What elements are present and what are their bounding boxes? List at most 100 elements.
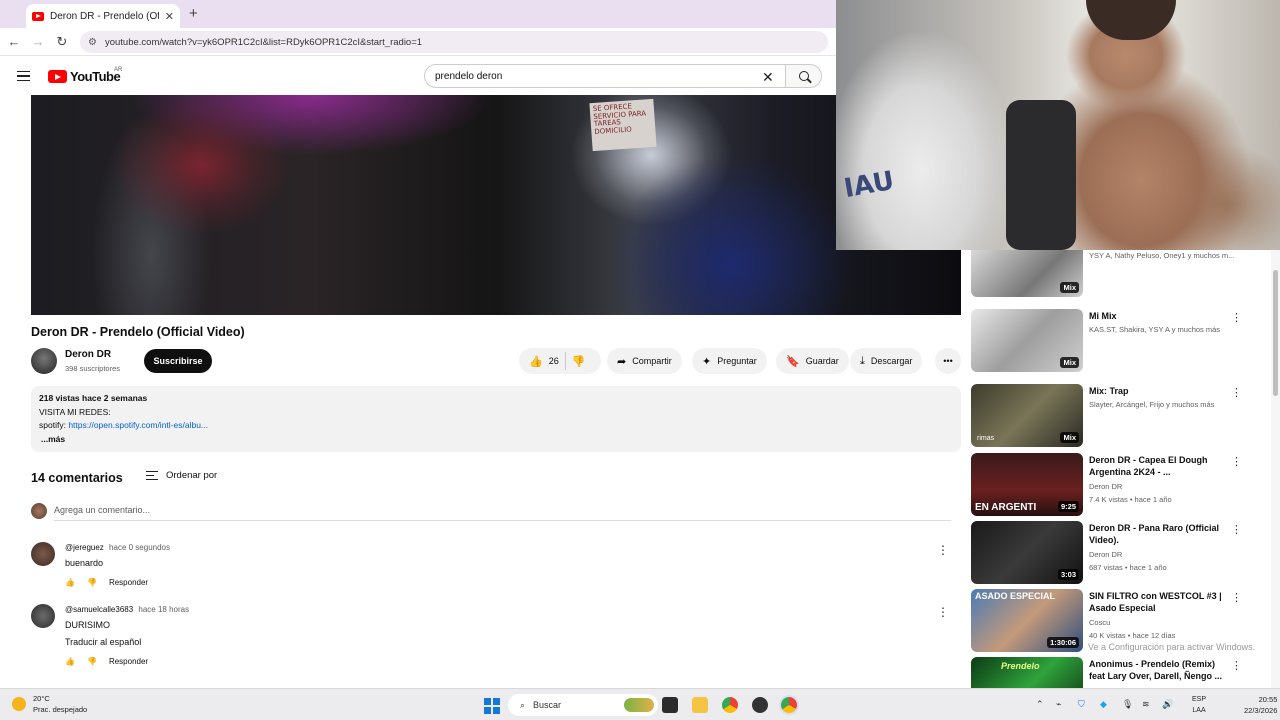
sidebar-more-icon[interactable]: ⋮: [1231, 386, 1242, 399]
search-input[interactable]: prendelo deron: [424, 64, 786, 88]
tray-chevron-icon[interactable]: ⌃: [1036, 699, 1044, 710]
sort-comments-button[interactable]: Ordenar por: [146, 470, 217, 481]
sidebar-thumbnail[interactable]: rimas Mix: [971, 384, 1083, 447]
comment-handle[interactable]: @jereguez: [65, 543, 104, 552]
comment-more-icon[interactable]: ⋮: [937, 605, 949, 619]
like-divider: [564, 352, 566, 370]
comment-time: hace 18 horas: [138, 605, 190, 614]
app-icon[interactable]: [752, 697, 768, 713]
browser-tab[interactable]: Deron DR - Prendelo (Official V ✕: [26, 4, 180, 28]
activate-windows-watermark: Ve a Configuración para activar Windows.: [1088, 642, 1256, 652]
sidebar-badge: Mix: [1060, 282, 1079, 293]
windows-start-icon[interactable]: [484, 698, 500, 714]
task-view-icon[interactable]: [662, 697, 678, 713]
comment-time: hace 0 segundos: [109, 543, 170, 552]
youtube-header: YouTube AR prendelo deron ✕: [0, 57, 836, 95]
file-explorer-icon[interactable]: [692, 697, 708, 713]
sidebar-item[interactable]: rimas Mix Mix: Trap Slayter, Arcángel, F…: [971, 384, 1251, 448]
reload-icon[interactable]: ↻: [54, 34, 70, 50]
show-more-link[interactable]: ...más: [39, 433, 953, 447]
subscribe-button[interactable]: Suscribirse: [144, 349, 212, 373]
sidebar-thumbnail[interactable]: 3:03: [971, 521, 1083, 584]
sidebar-more-icon[interactable]: ⋮: [1231, 455, 1242, 468]
commenter-avatar[interactable]: [31, 542, 55, 566]
scrollbar-thumb[interactable]: [1273, 270, 1278, 396]
url-field[interactable]: ⚙ youtube.com/watch?v=yk6OPR1C2cI&list=R…: [80, 31, 828, 53]
forward-icon[interactable]: →: [30, 34, 46, 49]
sidebar-thumbnail[interactable]: Mix: [971, 250, 1083, 297]
language-indicator[interactable]: ESP LAA: [1192, 694, 1206, 716]
dislike-icon[interactable]: 👎: [572, 355, 586, 368]
sidebar-channel: Deron DR: [1089, 482, 1123, 491]
add-comment-input[interactable]: Agrega un comentario...: [54, 505, 150, 515]
sidebar-item[interactable]: Prendelo Anonimus - Prendelo (Remix) fea…: [971, 657, 1251, 688]
close-tab-icon[interactable]: ✕: [165, 10, 174, 23]
ask-button[interactable]: ✦ Preguntar: [692, 348, 767, 374]
wifi-icon[interactable]: ≋: [1142, 699, 1150, 710]
spotify-link[interactable]: https://open.spotify.com/intl-es/albu...: [68, 420, 208, 430]
volume-icon[interactable]: 🔊: [1162, 699, 1173, 710]
system-clock[interactable]: 20:55 22/3/2026: [1244, 694, 1277, 716]
more-actions-button[interactable]: •••: [935, 348, 961, 374]
sidebar-thumbnail[interactable]: EN ARGENTI 9:25: [971, 453, 1083, 516]
sidebar-item[interactable]: Mix Mi Mix KAS.ST, Shakira, YSY A y much…: [971, 309, 1251, 373]
microphone-icon[interactable]: 🎙: [1122, 699, 1133, 710]
weather-widget[interactable]: 20°C Prac. despejado: [33, 693, 87, 715]
description-line: VISITA MI REDES:: [39, 406, 111, 417]
reply-button[interactable]: Responder: [109, 657, 148, 666]
sidebar-badge: Mix: [1060, 357, 1079, 368]
sidebar-item[interactable]: Mix YSY A, Nathy Peluso, Oney1 y muchos …: [971, 250, 1251, 298]
translate-link[interactable]: Traducir al español: [65, 637, 141, 647]
share-button[interactable]: ➦ Compartir: [607, 348, 682, 374]
download-button[interactable]: ⤓ Descargar: [850, 348, 923, 374]
sidebar-title: Anonimus - Prendelo (Remix) feat Lary Ov…: [1089, 659, 1223, 681]
save-button[interactable]: 🔖 Guardar: [776, 348, 849, 374]
channel-name[interactable]: Deron DR: [65, 349, 111, 360]
app-tray-icon[interactable]: ◆: [1100, 699, 1107, 710]
channel-avatar[interactable]: [31, 348, 57, 374]
chrome-icon[interactable]: [722, 697, 738, 713]
comment-like-icon[interactable]: 👍: [65, 657, 75, 666]
sidebar-thumbnail[interactable]: Mix: [971, 309, 1083, 372]
commenter-avatar[interactable]: [31, 604, 55, 628]
webcam-chair: [1006, 100, 1076, 250]
sidebar-thumbnail[interactable]: ASADO ESPECIAL 1:30:06: [971, 589, 1083, 652]
sidebar-thumbnail[interactable]: Prendelo: [971, 657, 1083, 688]
site-info-icon[interactable]: ⚙: [88, 37, 97, 48]
sidebar-item[interactable]: 3:03 Deron DR - Pana Raro (Official Vide…: [971, 521, 1251, 585]
new-tab-icon[interactable]: +: [189, 5, 198, 22]
sidebar-more-icon[interactable]: ⋮: [1231, 523, 1242, 536]
like-icon[interactable]: 👍: [529, 355, 543, 368]
video-frame-sign: SE OFRECE SERVICIO PARA TAREAS DOMICILIO: [589, 98, 657, 152]
network-icon[interactable]: ⌁: [1056, 699, 1061, 710]
sidebar-more-icon[interactable]: ⋮: [1231, 659, 1242, 672]
weather-icon[interactable]: [12, 697, 26, 711]
search-button[interactable]: [786, 64, 822, 88]
comment-actions: 👍 👎 Responder: [65, 578, 148, 587]
shield-icon[interactable]: ⛉: [1078, 699, 1085, 710]
comment-like-icon[interactable]: 👍: [65, 578, 75, 587]
comment-dislike-icon[interactable]: 👎: [87, 578, 97, 587]
sort-label: Ordenar por: [166, 470, 218, 481]
clear-search-icon[interactable]: ✕: [762, 69, 774, 86]
reply-button[interactable]: Responder: [109, 578, 148, 587]
sidebar-item[interactable]: EN ARGENTI 9:25 Deron DR - Capea El Doug…: [971, 453, 1251, 517]
comment-handle[interactable]: @samuelcalle3683: [65, 605, 133, 614]
sidebar-more-icon[interactable]: ⋮: [1231, 311, 1242, 324]
video-description[interactable]: 218 vistas hace 2 semanas VISITA MI REDE…: [31, 386, 961, 452]
comment-more-icon[interactable]: ⋮: [937, 543, 949, 557]
hamburger-menu-icon[interactable]: [17, 71, 30, 81]
like-count[interactable]: 26: [549, 356, 559, 366]
youtube-logo-text: YouTube: [70, 69, 121, 84]
taskbar-search[interactable]: ⌕ Buscar: [508, 694, 658, 716]
chrome-active-icon[interactable]: [781, 697, 797, 713]
bookmark-icon: 🔖: [786, 355, 800, 368]
sidebar-meta: KAS.ST, Shakira, YSY A y muchos más: [1089, 325, 1221, 334]
comment-dislike-icon[interactable]: 👎: [87, 657, 97, 666]
sidebar-more-icon[interactable]: ⋮: [1231, 591, 1242, 604]
video-player[interactable]: SE OFRECE SERVICIO PARA TAREAS DOMICILIO: [31, 95, 961, 315]
back-icon[interactable]: ←: [6, 34, 22, 49]
sidebar-title: Deron DR - Pana Raro (Official Video).: [1089, 523, 1220, 545]
search-input-value: prendelo deron: [435, 70, 503, 82]
youtube-logo[interactable]: YouTube: [48, 69, 121, 84]
